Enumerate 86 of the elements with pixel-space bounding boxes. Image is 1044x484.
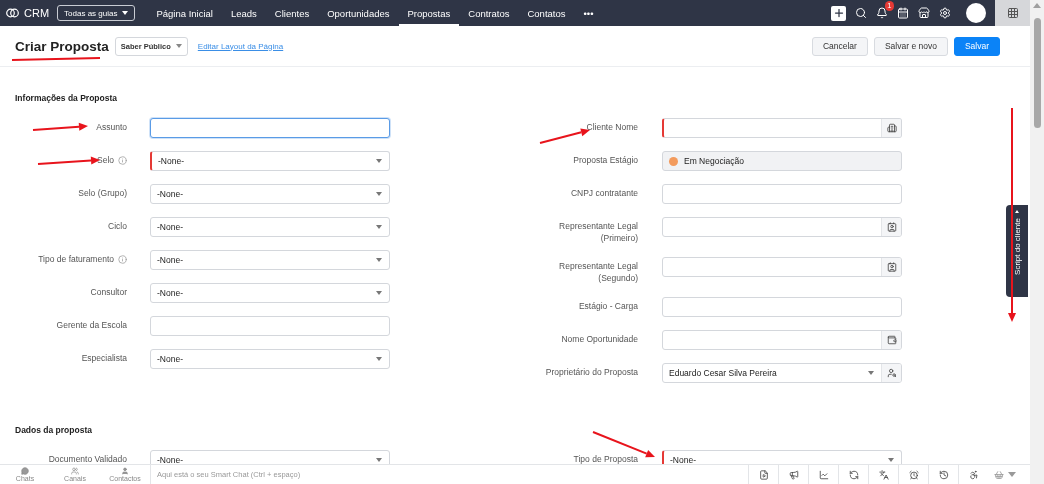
section-title: Informações da Proposta bbox=[14, 93, 119, 103]
basket-icon[interactable] bbox=[994, 469, 1004, 480]
wallet-icon[interactable] bbox=[886, 335, 897, 345]
lookup-field[interactable] bbox=[662, 217, 902, 237]
status-dot bbox=[669, 156, 678, 166]
collapse-icon[interactable] bbox=[1008, 472, 1016, 477]
section-title: Dados da proposta bbox=[14, 425, 93, 435]
nav-tab[interactable]: Contratos bbox=[459, 0, 519, 26]
logo-icon bbox=[6, 8, 19, 18]
select-field[interactable]: -None- bbox=[150, 184, 390, 204]
field-label: Selo bbox=[97, 155, 114, 167]
caret-icon bbox=[122, 11, 129, 15]
app-name: CRM bbox=[24, 7, 50, 19]
edit-layout-link[interactable]: Editar Layout da Página bbox=[197, 41, 284, 51]
settings-icon[interactable] bbox=[939, 7, 951, 19]
select-field[interactable]: -None- bbox=[662, 450, 902, 464]
field-label: Ciclo bbox=[108, 221, 127, 233]
person-icon[interactable] bbox=[121, 466, 129, 475]
field-label: Consultor bbox=[90, 287, 127, 299]
history-icon bbox=[938, 469, 949, 480]
grid-icon bbox=[1006, 7, 1019, 19]
more-tabs-button[interactable]: ••• bbox=[574, 0, 603, 26]
select-field[interactable]: -None- bbox=[150, 349, 390, 369]
secondary-button[interactable]: Salvar e novo bbox=[873, 36, 948, 56]
search-icon[interactable] bbox=[855, 7, 867, 19]
notification-icon[interactable] bbox=[876, 7, 888, 19]
nav-tab[interactable]: Propostas bbox=[398, 0, 460, 26]
nav-tab[interactable]: Oportunidades bbox=[318, 0, 399, 26]
user-avatar[interactable] bbox=[966, 3, 986, 23]
field-label: Proprietário do Proposta bbox=[545, 367, 638, 379]
calendar-icon[interactable] bbox=[897, 7, 909, 19]
lookup-field[interactable] bbox=[662, 118, 902, 138]
page-title: Criar Proposta bbox=[15, 38, 109, 54]
field-label: Estágio - Carga bbox=[578, 301, 638, 313]
stage-field[interactable]: Em Negociação bbox=[662, 151, 902, 171]
field-label: Representante Legal (Segundo) bbox=[558, 261, 638, 284]
contact-card-icon[interactable] bbox=[886, 262, 897, 272]
field-label: Especialista bbox=[81, 353, 127, 365]
field-label: Gerente da Escola bbox=[56, 320, 127, 332]
field-label: Representante Legal (Primeiro) bbox=[558, 221, 638, 244]
translate-icon bbox=[878, 469, 889, 480]
select-field[interactable]: -None- bbox=[150, 250, 390, 270]
accessibility-icon bbox=[968, 469, 979, 480]
field-label: Cliente Nome bbox=[586, 122, 638, 134]
side-tab[interactable]: Script do cliente bbox=[1006, 205, 1028, 297]
save-button[interactable]: Salvar bbox=[953, 36, 1000, 56]
select-field[interactable]: -None- bbox=[150, 450, 390, 464]
select-field[interactable]: -None- bbox=[150, 283, 390, 303]
field-label: Selo (Grupo) bbox=[78, 188, 127, 200]
field-label: Tipo de Proposta bbox=[573, 454, 638, 464]
field-label: Documento Validado bbox=[48, 454, 127, 464]
field-label: Tipo de faturamento bbox=[38, 254, 114, 266]
select-field[interactable]: -None- bbox=[150, 151, 390, 171]
nav-tab[interactable]: Página Inicial bbox=[147, 0, 222, 26]
field-label: Assunto bbox=[96, 122, 127, 134]
lookup-field[interactable] bbox=[662, 257, 902, 277]
store-icon[interactable] bbox=[918, 7, 930, 19]
refresh-icon bbox=[848, 469, 859, 480]
secondary-button[interactable]: Cancelar bbox=[811, 36, 868, 56]
caret-icon bbox=[175, 44, 182, 48]
alarm-clock-icon bbox=[908, 469, 919, 480]
video-file-icon bbox=[758, 469, 769, 480]
megaphone-icon bbox=[788, 469, 799, 480]
nav-tab[interactable]: Clientes bbox=[265, 0, 319, 26]
field-label: Proposta Estágio bbox=[573, 155, 638, 167]
all-tabs-dropdown[interactable]: Todas as guias bbox=[57, 5, 136, 21]
info-icon[interactable] bbox=[118, 255, 127, 264]
create-button[interactable] bbox=[831, 5, 846, 21]
caret-icon bbox=[1015, 210, 1019, 213]
owner-select-field[interactable]: Eduardo Cesar Silva Pereira bbox=[662, 363, 902, 383]
text-field[interactable] bbox=[150, 118, 390, 138]
chart-icon bbox=[818, 469, 829, 480]
people-icon[interactable] bbox=[71, 466, 79, 475]
apps-grid-button[interactable] bbox=[995, 0, 1030, 26]
nav-tab[interactable]: Contatos bbox=[518, 0, 575, 26]
contact-card-icon[interactable] bbox=[886, 222, 897, 232]
field-label: CNPJ contratante bbox=[570, 188, 638, 200]
select-field[interactable]: -None- bbox=[150, 217, 390, 237]
nav-tab[interactable]: Leads bbox=[221, 0, 266, 26]
building-icon[interactable] bbox=[886, 123, 897, 133]
field-label: Nome Oportunidade bbox=[561, 334, 638, 346]
chat-icon[interactable] bbox=[21, 466, 29, 475]
info-icon[interactable] bbox=[118, 156, 127, 165]
scrollbar[interactable] bbox=[1030, 0, 1044, 484]
lookup-field[interactable] bbox=[662, 330, 902, 350]
user-search-icon[interactable] bbox=[886, 368, 897, 378]
